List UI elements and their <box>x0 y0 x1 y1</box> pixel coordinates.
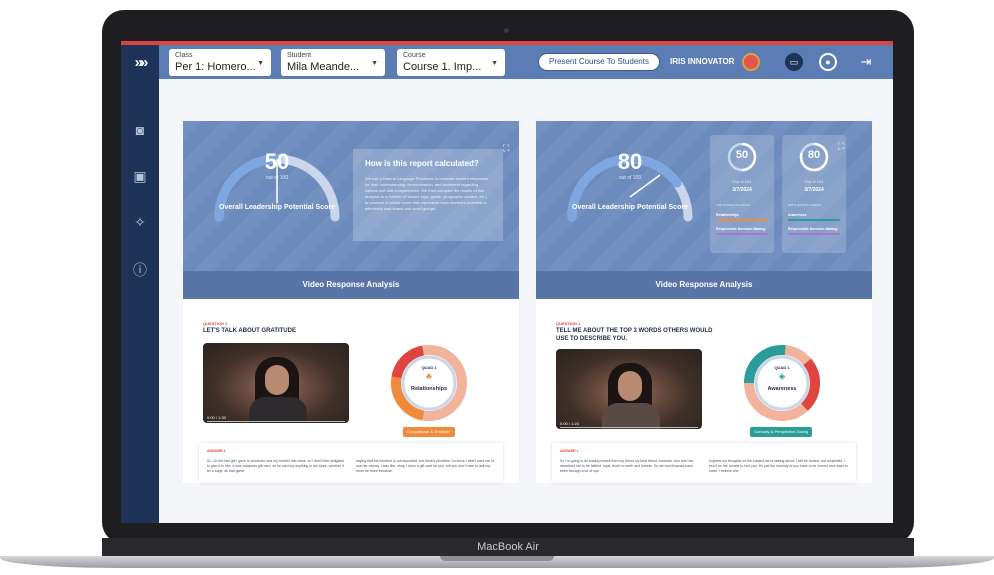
history-date: 3/7/2024 <box>732 187 752 193</box>
history-item: Responsible Decision Making <box>788 227 838 231</box>
video-time: 0:00 / 1:24 <box>560 421 579 426</box>
class-select-label: Class <box>175 52 193 59</box>
competency-pill[interactable]: Curiosity & Perspective-Taking <box>750 427 813 437</box>
info-title: How is this report calculated? <box>365 159 479 168</box>
quad-label: QUAD 1 <box>421 365 437 370</box>
history-head: TOP STRENGTH AREAS <box>716 203 751 207</box>
book-icon[interactable]: ▭ <box>785 53 803 71</box>
user-badge-icon[interactable] <box>742 53 760 71</box>
answer-text-right: express my thoughts on the subject we're… <box>709 459 848 473</box>
answer-label: ANSWER 1 <box>207 449 226 453</box>
info-text: We use a Natural Language Processor to e… <box>365 176 489 211</box>
main-content: 50 out of 100 Overall Leadership Potenti… <box>159 79 893 523</box>
chevron-down-icon: ▼ <box>257 60 264 67</box>
history-card[interactable]: 80 Out of 100 3/7/2024 LET'S GROWTH AREA… <box>782 135 846 253</box>
video-player[interactable]: 0:00 / 1:24 <box>556 349 702 429</box>
student-card-icon[interactable]: ▣ <box>130 167 150 185</box>
present-course-button[interactable]: Present Course To Students <box>538 53 660 71</box>
video-time: 0:00 / 1:33 <box>207 415 226 420</box>
question-label: QUESTION 1 <box>556 321 581 326</box>
score-hero: 50 out of 100 Overall Leadership Potenti… <box>183 121 519 271</box>
user-name: IRIS INNOVATOR <box>670 57 735 66</box>
student-select-value: Mila Meande... <box>287 61 360 73</box>
student-select[interactable]: Student Mila Meande... ▼ <box>281 49 385 76</box>
chevron-down-icon: ▼ <box>491 60 498 67</box>
score-title: Overall Leadership Potential Score <box>572 204 688 211</box>
account-icon[interactable]: ● <box>819 53 837 71</box>
history-card[interactable]: 50 Out of 100 3/7/2024 TOP STRENGTH AREA… <box>710 135 774 253</box>
video-progress[interactable] <box>207 421 345 422</box>
expand-icon[interactable]: ⛶ <box>503 143 509 154</box>
competency-pill[interactable]: Compassion & Gratitude <box>403 427 455 437</box>
overall-score: 50 <box>264 149 290 174</box>
quad-name: Awareness <box>767 386 797 392</box>
answer-box: ANSWER 1 So. So the last gift I gave to … <box>199 443 503 483</box>
history-item: Relationships <box>716 213 739 217</box>
history-score: 80 <box>807 149 821 161</box>
laptop-notch <box>440 556 554 561</box>
answer-text-left: So. So the last gift I gave to someone w… <box>207 459 345 473</box>
question-text: TELL ME ABOUT THE TOP 3 WORDS OTHERS WOU… <box>556 328 713 342</box>
score-title: Overall Leadership Potential Score <box>219 204 335 211</box>
logout-icon[interactable]: ⇥ <box>857 53 875 71</box>
quad-donut-chart <box>391 345 468 422</box>
quad-donut-chart <box>744 345 820 421</box>
history-out-of: Out of 100 <box>804 179 824 184</box>
score-out-of: out of 100 <box>265 175 289 181</box>
history-item: Responsible Decision Making <box>716 227 766 231</box>
chevron-down-icon: ▼ <box>371 60 378 67</box>
score-out-of: out of 100 <box>618 175 642 181</box>
report-info-box: How is this report calculated? We use a … <box>353 149 503 241</box>
student-select-label: Student <box>287 52 312 59</box>
question-label: QUESTION 1 <box>203 321 228 326</box>
video-player[interactable]: 0:00 / 1:33 <box>203 343 349 423</box>
history-out-of: Out of 100 <box>732 179 752 184</box>
section-title: Video Response Analysis <box>536 271 872 299</box>
app-logo-icon[interactable]: »» <box>121 45 159 79</box>
help-icon[interactable]: ⓘ <box>130 261 150 279</box>
class-select-value: Per 1: Homero... <box>175 61 256 73</box>
video-progress[interactable] <box>560 427 698 428</box>
sparkle-icon[interactable]: ✧ <box>130 213 150 231</box>
quad-label: QUAD 1 <box>774 365 790 370</box>
history-score: 50 <box>735 149 749 161</box>
laptop-mockup: MacBook Air »» Class Per 1: Homero... ▼ … <box>0 0 994 575</box>
course-select-label: Course <box>403 52 426 59</box>
answer-text-left: So I'm going to be basing myself from my… <box>560 459 694 473</box>
quad-name: Relationships <box>410 386 448 392</box>
camera-icon[interactable]: ◙ <box>130 121 150 139</box>
report-panel-right: 80 out of 100 Overall Leadership Potenti… <box>536 121 872 483</box>
class-select[interactable]: Class Per 1: Homero... ▼ <box>169 49 271 76</box>
webcam <box>504 28 509 33</box>
expand-icon[interactable]: ⛶ <box>838 141 844 152</box>
answer-box: ANSWER 1 So I'm going to be basing mysel… <box>552 443 856 483</box>
sidebar: ◙ ▣ ✧ ⓘ <box>121 79 159 523</box>
device-label: MacBook Air <box>477 541 539 553</box>
course-select[interactable]: Course Course 1. Imp... ▼ <box>397 49 505 76</box>
app-screen: »» Class Per 1: Homero... ▼ Student Mila… <box>121 41 893 523</box>
history-date: 3/7/2024 <box>804 187 824 193</box>
relationships-icon: ♣ <box>426 371 432 381</box>
answer-label: ANSWER 1 <box>560 449 579 453</box>
course-select-value: Course 1. Imp... <box>403 61 482 73</box>
history-head: LET'S GROWTH AREAS <box>788 203 822 207</box>
section-title: Video Response Analysis <box>183 271 519 299</box>
history-item: Awareness <box>788 213 807 217</box>
overall-score: 80 <box>617 149 643 174</box>
answer-text-right: saying that his furniture is not importa… <box>356 459 495 473</box>
question-text: LET'S TALK ABOUT GRATITUDE <box>203 328 296 334</box>
awareness-icon: ◈ <box>778 371 786 381</box>
score-hero: 80 out of 100 Overall Leadership Potenti… <box>536 121 872 271</box>
report-panel-left: 50 out of 100 Overall Leadership Potenti… <box>183 121 519 483</box>
